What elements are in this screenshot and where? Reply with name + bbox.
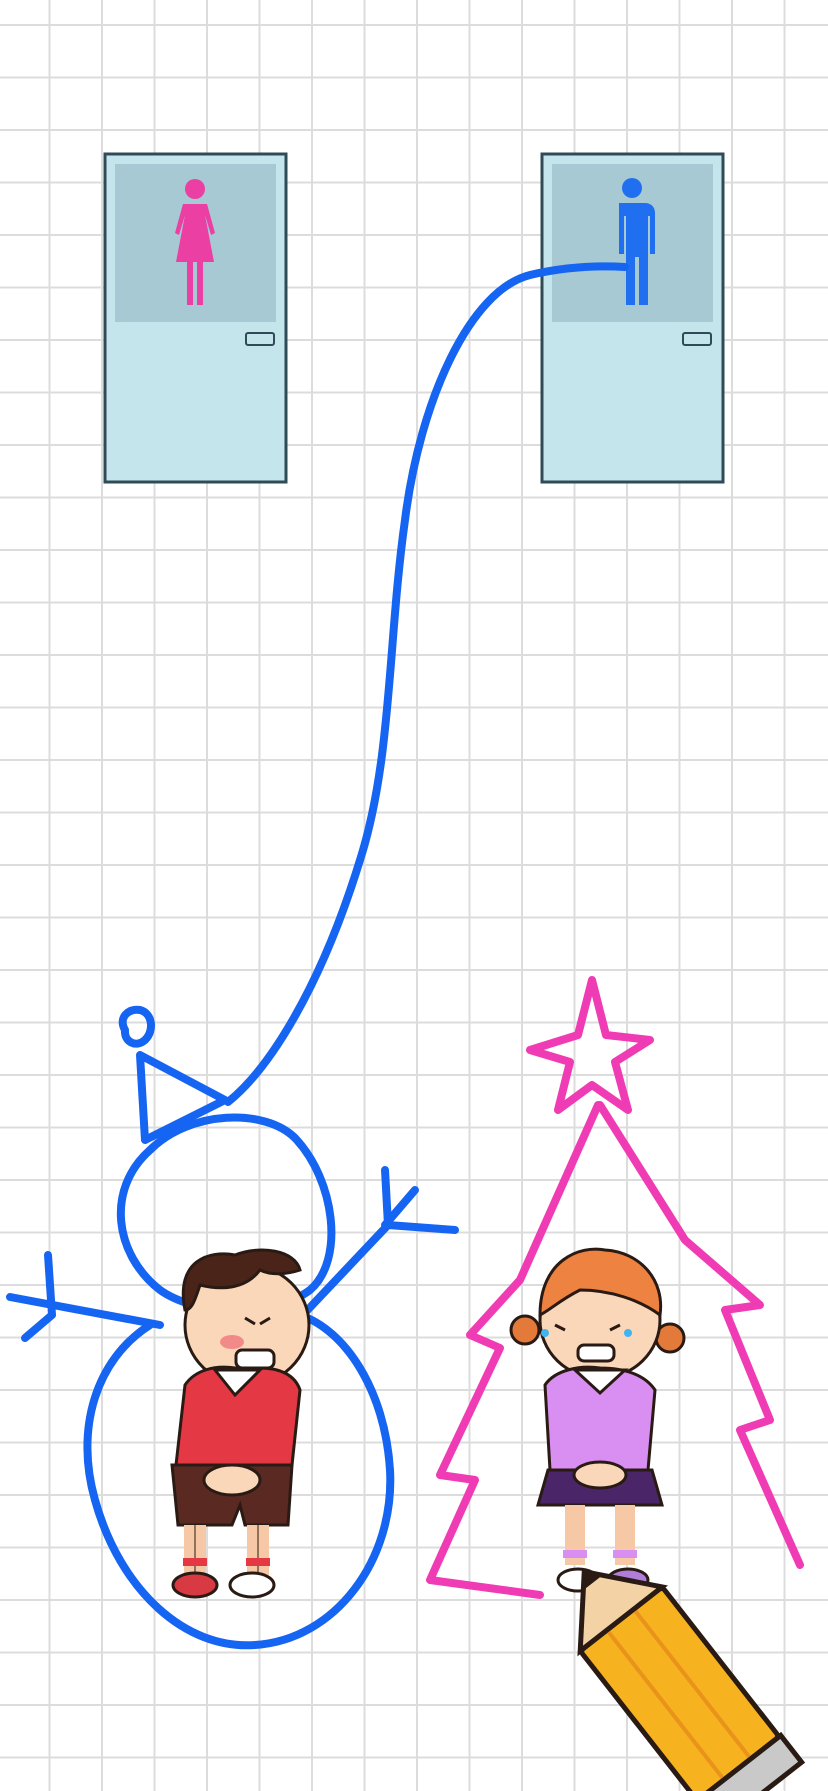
girl-character[interactable]	[509, 1247, 686, 1593]
door-handle	[245, 332, 275, 346]
boy-character[interactable]	[170, 1248, 311, 1599]
restroom-door-women	[103, 152, 288, 484]
restroom-door-men	[540, 152, 725, 484]
boy-drawn-path	[6, 262, 629, 1650]
door-handle	[682, 332, 712, 346]
snowman-pompom	[118, 1005, 155, 1048]
game-canvas[interactable]	[0, 0, 828, 1791]
tree-star	[526, 976, 654, 1114]
